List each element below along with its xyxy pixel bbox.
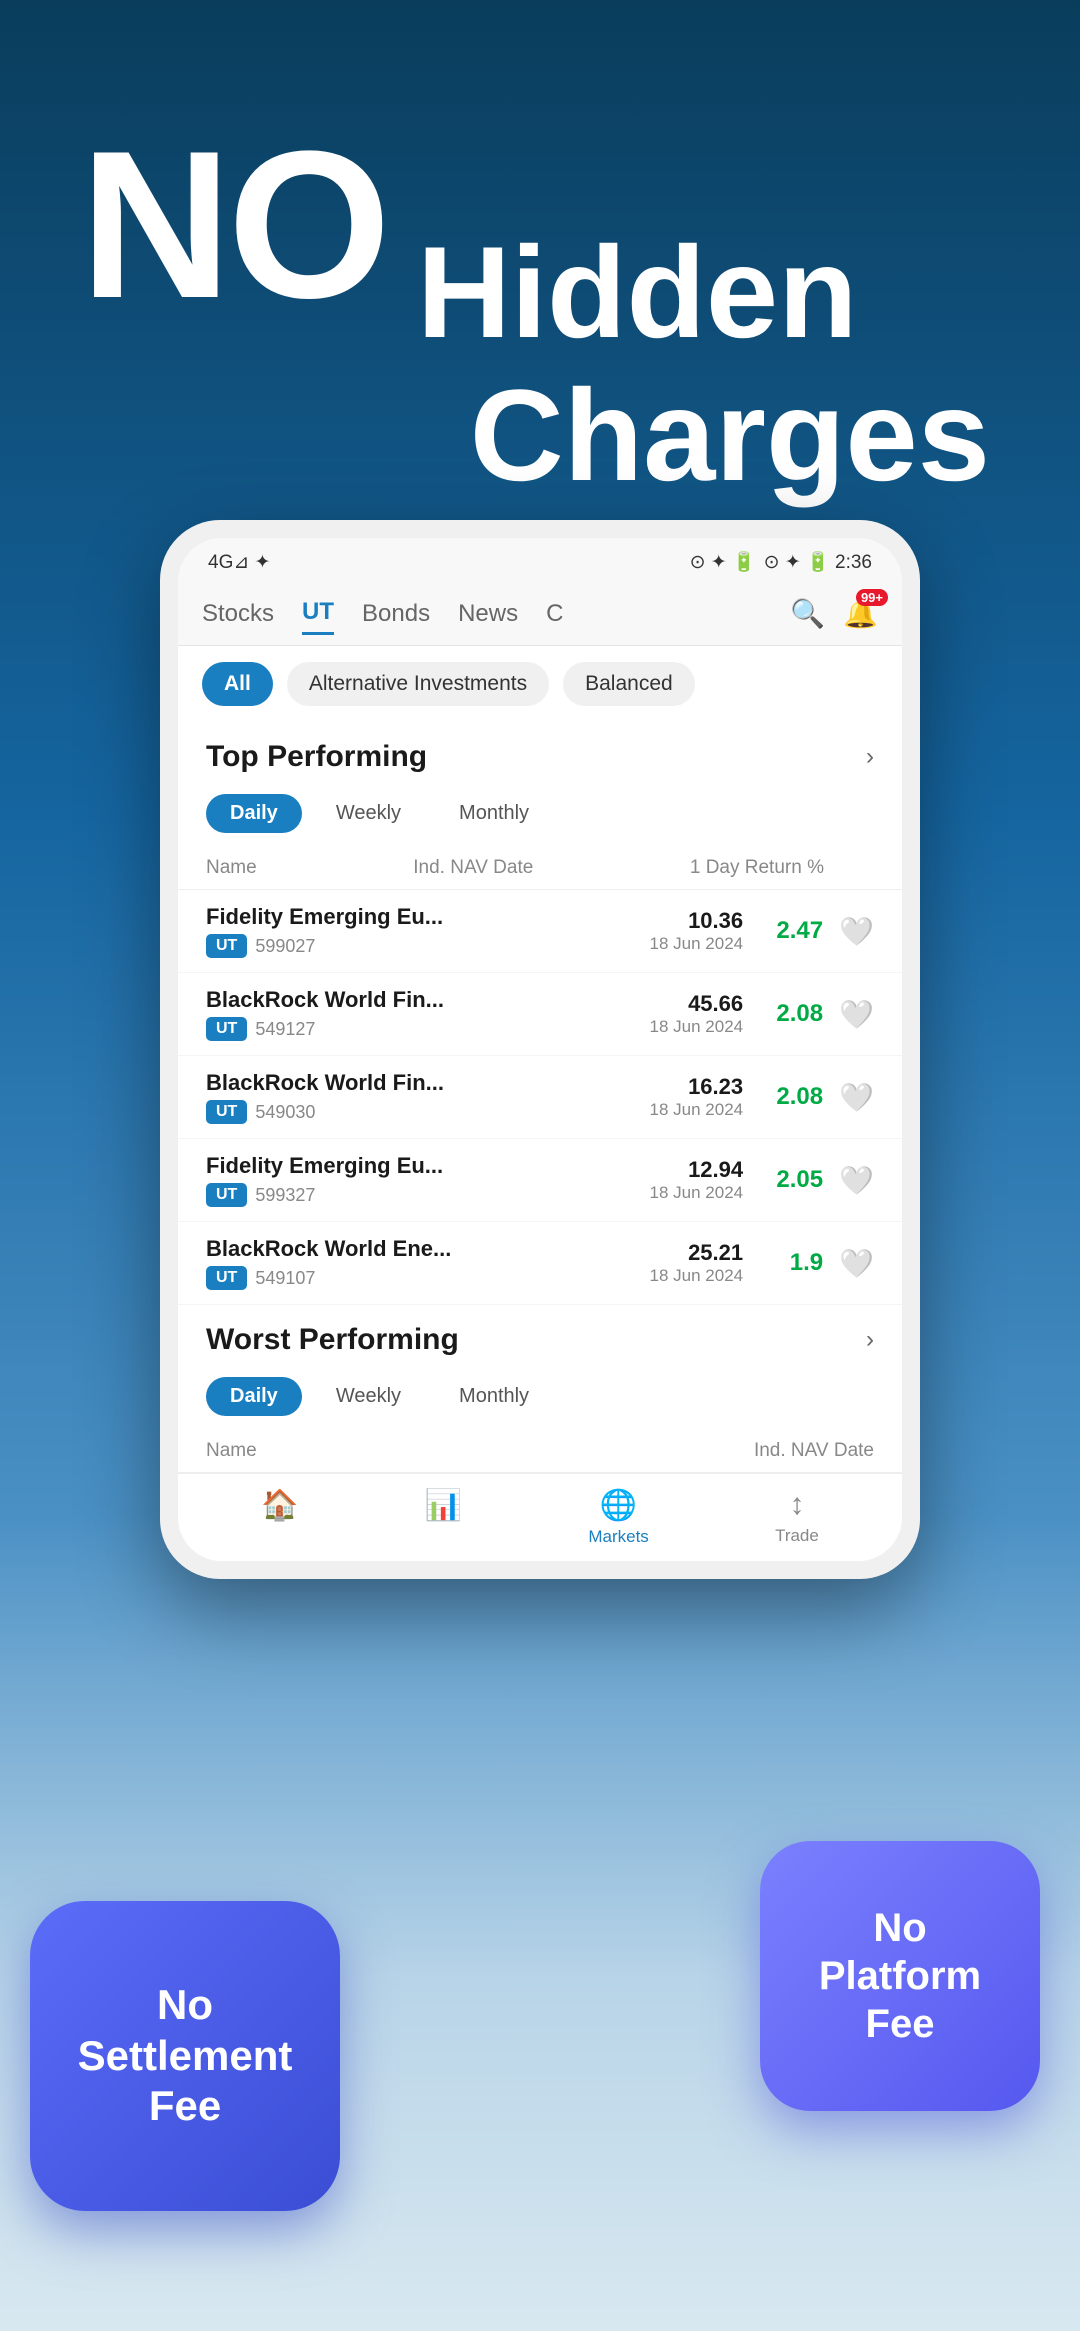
period-monthly-top[interactable]: Monthly bbox=[435, 794, 553, 833]
filter-chips: All Alternative Investments Balanced bbox=[178, 646, 902, 722]
fund-row[interactable]: Fidelity Emerging Eu... UT 599027 10.36 … bbox=[178, 890, 902, 973]
worst-performing-header: Worst Performing › bbox=[178, 1305, 902, 1369]
bottom-nav-markets[interactable]: 🌐 Markets bbox=[588, 1488, 648, 1547]
top-performing-periods: Daily Weekly Monthly bbox=[178, 786, 902, 847]
fund-tag-2: UT bbox=[206, 1017, 247, 1041]
fund-info-4: Fidelity Emerging Eu... UT 599327 bbox=[206, 1153, 633, 1207]
fund-nav-1: 10.36 18 Jun 2024 bbox=[633, 908, 743, 954]
status-left: 4G⊿ ✦ bbox=[208, 551, 270, 574]
worst-performing-chevron[interactable]: › bbox=[866, 1326, 874, 1354]
period-monthly-worst[interactable]: Monthly bbox=[435, 1377, 553, 1416]
nav-tabs: Stocks UT Bonds News C 🔍 🔔 99+ bbox=[178, 582, 902, 646]
fund-nav-5: 25.21 18 Jun 2024 bbox=[633, 1240, 743, 1286]
fund-info-3: BlackRock World Fin... UT 549030 bbox=[206, 1070, 633, 1124]
fund-name-2: BlackRock World Fin... bbox=[206, 987, 633, 1013]
markets-label: Markets bbox=[588, 1527, 648, 1547]
globe-icon: 🌐 bbox=[600, 1488, 637, 1523]
chip-alternative[interactable]: Alternative Investments bbox=[287, 662, 549, 706]
tab-stocks[interactable]: Stocks bbox=[202, 594, 274, 634]
nav-icons: 🔍 🔔 99+ bbox=[790, 597, 878, 630]
top-performing-chevron[interactable]: › bbox=[866, 743, 874, 771]
worst-performing-table-header: Name Ind. NAV Date bbox=[178, 1430, 902, 1473]
chart-icon: 📊 bbox=[425, 1488, 462, 1523]
tab-news[interactable]: News bbox=[458, 594, 518, 634]
trade-icon: ↕ bbox=[789, 1488, 804, 1522]
top-performing-table-header: Name Ind. NAV Date 1 Day Return % bbox=[178, 847, 902, 890]
fund-code-5: 549107 bbox=[255, 1268, 315, 1289]
tab-bonds[interactable]: Bonds bbox=[362, 594, 430, 634]
fund-name-1: Fidelity Emerging Eu... bbox=[206, 904, 633, 930]
col-name: Name bbox=[206, 857, 257, 879]
heart-icon-2[interactable]: 🤍 bbox=[839, 998, 874, 1031]
fund-return-5: 1.9 bbox=[743, 1249, 823, 1277]
phone-screen: 4G⊿ ✦ ⊙ ✦ 🔋 ⊙ ✦ 🔋 2:36 Stocks UT Bonds N… bbox=[178, 538, 902, 1561]
bell-badge: 99+ bbox=[856, 589, 888, 606]
bottom-nav: 🏠 📊 🌐 Markets ↕ Trade bbox=[178, 1473, 902, 1561]
fund-row[interactable]: Fidelity Emerging Eu... UT 599327 12.94 … bbox=[178, 1139, 902, 1222]
status-bar: 4G⊿ ✦ ⊙ ✦ 🔋 ⊙ ✦ 🔋 2:36 bbox=[178, 538, 902, 582]
hero-section: NOHidden Charges bbox=[0, 0, 1080, 567]
badge-settlement: NoSettlementFee bbox=[30, 1901, 340, 2211]
fund-nav-4: 12.94 18 Jun 2024 bbox=[633, 1157, 743, 1203]
period-weekly-worst[interactable]: Weekly bbox=[312, 1377, 425, 1416]
fund-info-5: BlackRock World Ene... UT 549107 bbox=[206, 1236, 633, 1290]
period-daily-worst[interactable]: Daily bbox=[206, 1377, 302, 1416]
fund-info-1: Fidelity Emerging Eu... UT 599027 bbox=[206, 904, 633, 958]
fund-return-2: 2.08 bbox=[743, 1000, 823, 1028]
home-icon: 🏠 bbox=[261, 1488, 298, 1523]
badge-platform: NoPlatformFee bbox=[760, 1841, 1040, 2111]
bottom-nav-trade[interactable]: ↕ Trade bbox=[775, 1488, 819, 1547]
col-return: 1 Day Return % bbox=[690, 857, 824, 879]
fund-row[interactable]: BlackRock World Ene... UT 549107 25.21 1… bbox=[178, 1222, 902, 1305]
hero-charges: Charges bbox=[80, 364, 1000, 507]
phone-mockup: 4G⊿ ✦ ⊙ ✦ 🔋 ⊙ ✦ 🔋 2:36 Stocks UT Bonds N… bbox=[160, 520, 920, 1579]
fund-code-4: 599327 bbox=[255, 1185, 315, 1206]
hero-hidden: Hidden bbox=[417, 219, 858, 365]
fund-code-3: 549030 bbox=[255, 1102, 315, 1123]
fund-return-4: 2.05 bbox=[743, 1166, 823, 1194]
heart-icon-3[interactable]: 🤍 bbox=[839, 1081, 874, 1114]
fund-row[interactable]: BlackRock World Fin... UT 549127 45.66 1… bbox=[178, 973, 902, 1056]
fund-tag-4: UT bbox=[206, 1183, 247, 1207]
fund-return-3: 2.08 bbox=[743, 1083, 823, 1111]
worst-performing-title: Worst Performing bbox=[206, 1323, 459, 1357]
chip-all[interactable]: All bbox=[202, 662, 273, 706]
fund-nav-3: 16.23 18 Jun 2024 bbox=[633, 1074, 743, 1120]
heart-icon-5[interactable]: 🤍 bbox=[839, 1247, 874, 1280]
fund-tag-1: UT bbox=[206, 934, 247, 958]
fund-tag-5: UT bbox=[206, 1266, 247, 1290]
top-performing-title: Top Performing bbox=[206, 740, 427, 774]
col-nav: Ind. NAV Date bbox=[413, 857, 533, 879]
top-performing-header: Top Performing › bbox=[178, 722, 902, 786]
period-daily-top[interactable]: Daily bbox=[206, 794, 302, 833]
fund-return-1: 2.47 bbox=[743, 917, 823, 945]
fund-code-2: 549127 bbox=[255, 1019, 315, 1040]
fund-name-5: BlackRock World Ene... bbox=[206, 1236, 633, 1262]
status-right: ⊙ ✦ 🔋 ⊙ ✦ 🔋 2:36 bbox=[690, 550, 872, 574]
fund-nav-2: 45.66 18 Jun 2024 bbox=[633, 991, 743, 1037]
bell-wrapper: 🔔 99+ bbox=[843, 597, 878, 630]
trade-label: Trade bbox=[775, 1526, 819, 1546]
fund-info-2: BlackRock World Fin... UT 549127 bbox=[206, 987, 633, 1041]
fund-name-3: BlackRock World Fin... bbox=[206, 1070, 633, 1096]
heart-icon-1[interactable]: 🤍 bbox=[839, 915, 874, 948]
fund-name-4: Fidelity Emerging Eu... bbox=[206, 1153, 633, 1179]
worst-performing-periods: Daily Weekly Monthly bbox=[178, 1369, 902, 1430]
search-icon[interactable]: 🔍 bbox=[790, 597, 825, 630]
fund-row[interactable]: BlackRock World Fin... UT 549030 16.23 1… bbox=[178, 1056, 902, 1139]
bottom-nav-chart[interactable]: 📊 bbox=[425, 1488, 462, 1547]
period-weekly-top[interactable]: Weekly bbox=[312, 794, 425, 833]
chip-balanced[interactable]: Balanced bbox=[563, 662, 695, 706]
fund-tag-3: UT bbox=[206, 1100, 247, 1124]
heart-icon-4[interactable]: 🤍 bbox=[839, 1164, 874, 1197]
badge-settlement-text: NoSettlementFee bbox=[68, 1970, 303, 2141]
badge-platform-text: NoPlatformFee bbox=[809, 1894, 991, 2058]
hero-no: NO bbox=[80, 107, 387, 342]
worst-col-name: Name bbox=[206, 1440, 257, 1462]
tab-c[interactable]: C bbox=[546, 594, 563, 634]
tab-ut[interactable]: UT bbox=[302, 592, 334, 635]
bottom-nav-home[interactable]: 🏠 bbox=[261, 1488, 298, 1547]
fund-code-1: 599027 bbox=[255, 936, 315, 957]
worst-col-nav: Ind. NAV Date bbox=[754, 1440, 874, 1462]
